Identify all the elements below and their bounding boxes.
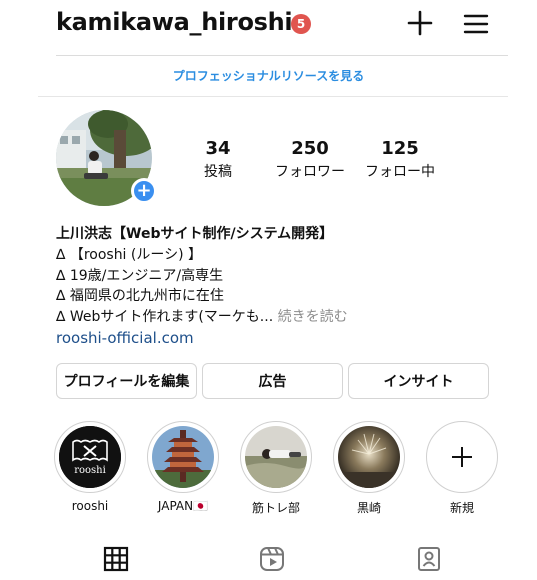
grid-icon [103, 546, 129, 572]
highlight-workout[interactable]: 筋トレ部 [238, 421, 314, 516]
highlight-ring [240, 421, 312, 493]
bio-line-truncated: ∆ Webサイト作れます(マーケも... 続きを読む [56, 307, 496, 328]
highlight-new[interactable]: 新規 [424, 421, 500, 516]
highlight-cover [431, 426, 493, 488]
professional-resources-link[interactable]: プロフェッショナルリソースを見る [0, 67, 537, 84]
create-button[interactable] [407, 10, 433, 36]
bio-line: ∆ 19歳/エンジニア/高専生 [56, 267, 224, 284]
stat-following[interactable]: 125 フォロー中 [356, 138, 444, 181]
display-name: 上川洪志【Webサイト制作/システム開発】 [56, 226, 334, 242]
highlight-kurosaki[interactable]: 黒崎 [331, 421, 407, 516]
stat-value: 125 [381, 138, 419, 159]
highlight-rooshi[interactable]: rooshi rooshi [52, 421, 128, 513]
highlight-ring [333, 421, 405, 493]
highlight-label: 黒崎 [356, 501, 381, 515]
bio-line: ∆ Webサイト作れます(マーケも... [56, 309, 274, 326]
bio-line: ∆ 福岡県の北九州市に在住 [56, 288, 224, 305]
ads-button[interactable]: 広告 [202, 363, 343, 399]
bio-line: ∆ 【rooshi (ルーシ) 】 [56, 246, 202, 263]
highlight-cover: rooshi [59, 426, 121, 488]
read-more-link[interactable]: 続きを読む [278, 309, 348, 325]
highlight-ring [426, 421, 498, 493]
stat-label: フォロー中 [365, 164, 435, 180]
plus-icon [452, 447, 472, 467]
profile-bio: 上川洪志【Webサイト制作/システム開発】 ∆ 【rooshi (ルーシ) 】 … [56, 224, 496, 349]
stat-posts[interactable]: 34 投稿 [180, 138, 256, 181]
svg-text:rooshi: rooshi [74, 465, 106, 476]
hamburger-menu-icon [463, 14, 489, 34]
insights-button[interactable]: インサイト [348, 363, 489, 399]
stat-value: 34 [205, 138, 231, 159]
highlight-japan[interactable]: JAPAN🇯🇵 [145, 421, 221, 513]
highlight-label: 筋トレ部 [251, 501, 300, 515]
highlight-cover [338, 426, 400, 488]
stat-label: フォロワー [275, 164, 345, 180]
edit-profile-button[interactable]: プロフィールを編集 [56, 363, 197, 399]
stat-followers[interactable]: 250 フォロワー [268, 138, 352, 181]
notification-badge[interactable]: 5 [291, 14, 311, 34]
highlight-cover [245, 426, 307, 488]
highlight-label: rooshi [71, 499, 109, 513]
add-story-button[interactable]: + [131, 178, 157, 204]
menu-button[interactable] [463, 13, 489, 35]
tab-posts-grid[interactable] [102, 545, 130, 573]
reels-icon [260, 547, 284, 571]
highlight-cover [152, 426, 214, 488]
highlight-label: JAPAN🇯🇵 [157, 499, 209, 513]
kurosaki-photo [338, 426, 400, 488]
stat-value: 250 [291, 138, 329, 159]
highlight-ring: rooshi [54, 421, 126, 493]
highlight-ring [147, 421, 219, 493]
stat-label: 投稿 [204, 164, 232, 180]
highlight-label: 新規 [449, 501, 474, 515]
website-link[interactable]: rooshi-official.com [56, 328, 496, 349]
pagoda-photo [152, 426, 214, 488]
rooshi-logo-icon: rooshi [59, 426, 121, 488]
divider [38, 96, 508, 97]
workout-photo [245, 426, 307, 488]
profile-username[interactable]: kamikawa_hiroshi [56, 8, 293, 36]
tab-reels[interactable] [258, 545, 286, 573]
tab-tagged[interactable] [415, 545, 443, 573]
plus-icon [407, 10, 433, 36]
tagged-icon [418, 547, 440, 571]
divider [56, 55, 508, 56]
